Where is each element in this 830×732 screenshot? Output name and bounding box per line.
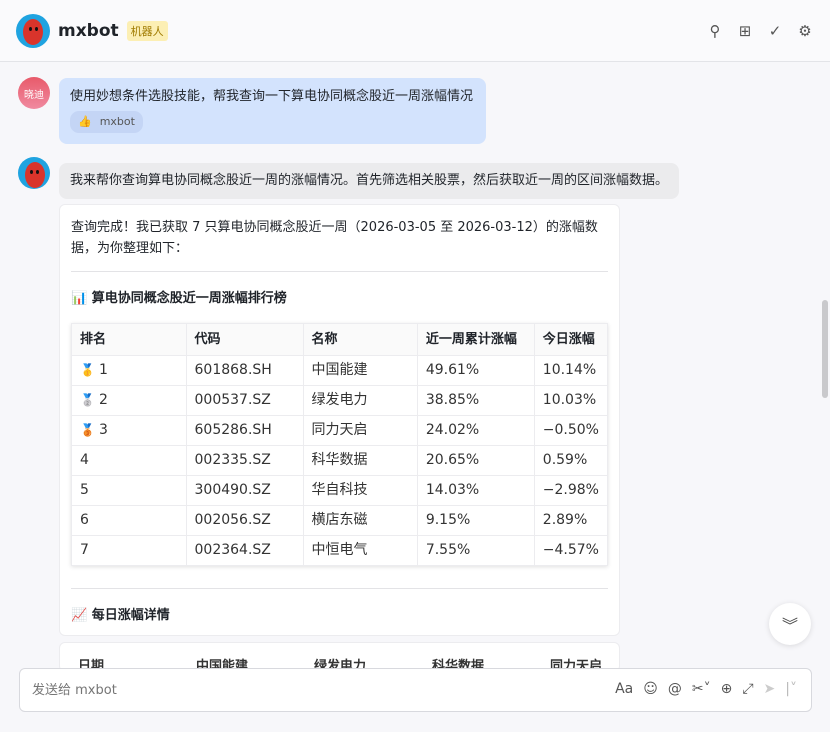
rank-cell: 5 [71, 475, 187, 506]
name-cell: 科华数据 [302, 445, 418, 476]
rank-value: 2 [98, 392, 108, 408]
name-cell: 横店东磁 [302, 505, 418, 536]
col-header: 代码 [185, 323, 304, 356]
scissors-icon[interactable]: ✂˅ [692, 681, 711, 697]
message-input-box[interactable]: Aa ☺ @ ✂˅ ⊕ ⤢ ➤ |˅ [19, 668, 812, 712]
medal-icon: 🥇 [80, 363, 95, 377]
today-change-cell: −4.57% [533, 535, 608, 566]
emoji-icon[interactable]: ☺ [643, 681, 658, 697]
name-cell: 华自科技 [302, 475, 418, 506]
user-avatar[interactable]: 晓迪 [18, 77, 50, 109]
table-row: 🥇 1 601868.SH 中国能建 49.61% 10.14% [71, 355, 608, 386]
code-cell: 000537.SZ [185, 385, 304, 416]
medal-icon: 🥈 [80, 393, 95, 407]
add-window-icon[interactable]: ⊞ [736, 22, 754, 40]
table-row: 4 002335.SZ 科华数据 20.65% 0.59% [71, 445, 608, 476]
col-header: 排名 [71, 323, 187, 356]
user-message-text: 使用妙想条件选股技能，帮我查询一下算电协同概念股近一周涨幅情况 [70, 89, 474, 104]
chip-label: mxbot [99, 115, 135, 128]
rank-value: 5 [80, 482, 89, 498]
rank-value: 3 [98, 422, 108, 438]
code-cell: 002056.SZ [185, 505, 304, 536]
ranking-table: 排名 代码 名称 近一周累计涨幅 今日涨幅 🥇 1 601868.SH 中国能建 49.… [71, 323, 608, 566]
today-change-cell: 0.59% [533, 445, 608, 476]
rank-cell: 🥈 2 [71, 385, 187, 416]
rank-cell: 🥉 3 [71, 415, 187, 446]
today-change-cell: 10.14% [533, 355, 608, 386]
week-change-cell: 20.65% [416, 445, 535, 476]
code-cell: 002335.SZ [185, 445, 304, 476]
bot-badge: 机器人 [126, 20, 168, 41]
chat-title: mxbot [58, 20, 119, 41]
bot-avatar[interactable] [16, 13, 50, 48]
col-header: 近一周累计涨幅 [416, 323, 535, 356]
today-change-cell: −0.50% [533, 415, 608, 446]
message-input[interactable] [32, 682, 452, 698]
section-title-daily: 📈 每日涨幅详情 [71, 608, 170, 623]
week-change-cell: 7.55% [416, 535, 535, 566]
code-cell: 605286.SH [185, 415, 304, 446]
rank-value: 4 [80, 452, 89, 468]
col-header: 名称 [302, 323, 418, 356]
mention-icon[interactable]: @ [668, 681, 682, 697]
rank-cell: 🥇 1 [71, 355, 187, 386]
rank-value: 1 [98, 362, 108, 378]
col-header: 今日涨幅 [533, 323, 608, 356]
name-cell: 中国能建 [302, 355, 418, 386]
code-cell: 601868.SH [185, 355, 304, 386]
chat-header: mxbot 机器人 ⚲ ⊞ ✓ ⚙ [0, 0, 830, 62]
today-change-cell: 10.03% [533, 385, 608, 416]
expand-icon[interactable]: ⤢ [742, 681, 753, 697]
week-change-cell: 14.03% [416, 475, 535, 506]
rank-cell: 4 [71, 445, 187, 476]
name-cell: 中恒电气 [302, 535, 418, 566]
section-title-ranking: 📊 算电协同概念股近一周涨幅排行榜 [71, 291, 287, 306]
result-card: 查询完成！我已获取 7 只算电协同概念股近一周（2026-03-05 至 202… [59, 204, 620, 636]
table-row: 6 002056.SZ 横店东磁 9.15% 2.89% [71, 505, 608, 536]
bot-avatar[interactable] [18, 157, 50, 189]
rank-value: 6 [80, 512, 89, 528]
table-row: 🥉 3 605286.SH 同力天启 24.02% −0.50% [71, 415, 608, 446]
name-cell: 绿发电力 [302, 385, 418, 416]
week-change-cell: 38.85% [416, 385, 535, 416]
rank-cell: 6 [71, 505, 187, 536]
scrollbar[interactable] [822, 300, 828, 398]
skill-chip[interactable]: 👍 mxbot [70, 111, 143, 133]
check-edit-icon[interactable]: ✓ [766, 22, 784, 40]
user-message: 使用妙想条件选股技能，帮我查询一下算电协同概念股近一周涨幅情况 👍 mxbot [59, 78, 486, 144]
table-row: 🥈 2 000537.SZ 绿发电力 38.85% 10.03% [71, 385, 608, 416]
double-chevron-down-icon: ︾ [781, 616, 798, 635]
divider [71, 588, 608, 589]
send-icon[interactable]: ➤ [764, 681, 776, 697]
week-change-cell: 24.02% [416, 415, 535, 446]
code-cell: 002364.SZ [185, 535, 304, 566]
add-icon[interactable]: ⊕ [721, 681, 733, 697]
week-change-cell: 49.61% [416, 355, 535, 386]
medal-icon: 🥉 [80, 423, 95, 437]
result-intro: 查询完成！我已获取 7 只算电协同概念股近一周（2026-03-05 至 202… [71, 220, 598, 256]
week-change-cell: 9.15% [416, 505, 535, 536]
rank-cell: 7 [71, 535, 187, 566]
rank-value: 7 [80, 542, 89, 558]
send-options-chevron-icon[interactable]: |˅ [785, 681, 797, 697]
search-icon[interactable]: ⚲ [706, 22, 724, 40]
code-cell: 300490.SZ [185, 475, 304, 506]
gear-icon[interactable]: ⚙ [796, 22, 814, 40]
bot-message: 我来帮你查询算电协同概念股近一周的涨幅情况。首先筛选相关股票，然后获取近一周的区… [59, 163, 679, 199]
scroll-to-bottom-button[interactable]: ︾ [769, 603, 811, 645]
table-row: 7 002364.SZ 中恒电气 7.55% −4.57% [71, 535, 608, 566]
font-format-icon[interactable]: Aa [615, 681, 633, 697]
name-cell: 同力天启 [302, 415, 418, 446]
thumbs-up-icon: 👍 [78, 115, 92, 128]
divider [71, 271, 608, 272]
today-change-cell: 2.89% [533, 505, 608, 536]
table-row: 5 300490.SZ 华自科技 14.03% −2.98% [71, 475, 608, 506]
today-change-cell: −2.98% [533, 475, 608, 506]
